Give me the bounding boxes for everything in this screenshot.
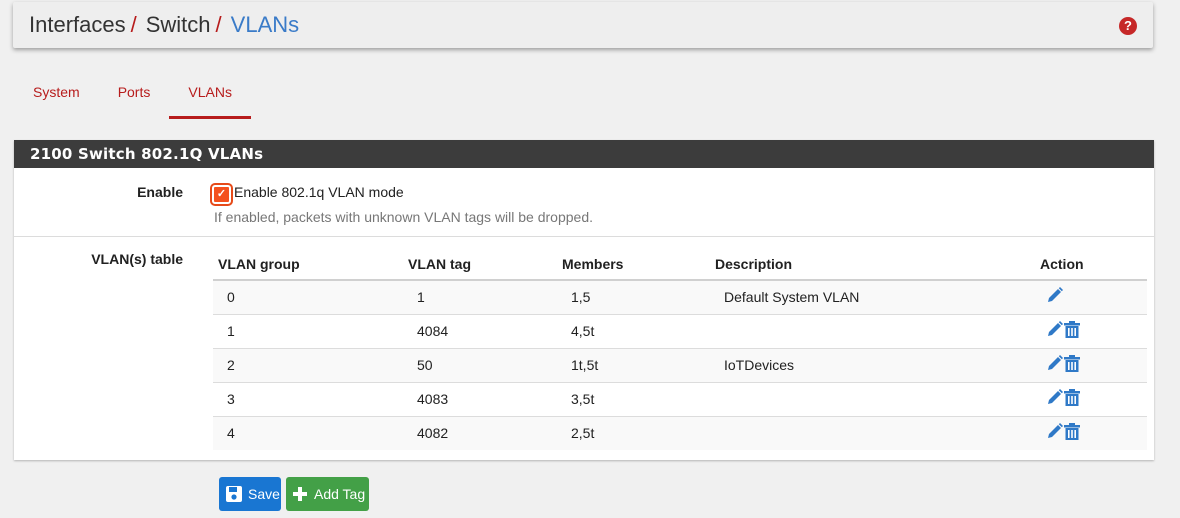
edit-icon[interactable]: [1045, 388, 1064, 410]
cell-members: 1t,5t: [557, 347, 710, 382]
cell-vlan-group: 0: [213, 279, 403, 314]
table-row: 2 50 1t,5t IoTDevices: [213, 347, 1147, 382]
enable-row: Enable ✓ Enable 802.1q VLAN mode If enab…: [14, 168, 1154, 237]
vlan-table-row: VLAN(s) table VLAN group VLAN tag Member…: [14, 237, 1154, 459]
add-tag-button[interactable]: Add Tag: [286, 477, 369, 511]
enable-vlan-checkbox[interactable]: ✓: [212, 185, 231, 204]
breadcrumb-vlans[interactable]: VLANs: [231, 12, 299, 38]
cell-vlan-tag: 50: [403, 347, 557, 382]
save-button-label: Save: [248, 486, 280, 502]
edit-icon[interactable]: [1045, 320, 1064, 342]
cell-vlan-group: 3: [213, 381, 403, 416]
cell-vlan-tag: 4083: [403, 381, 557, 416]
cell-vlan-group: 4: [213, 415, 403, 450]
add-tag-button-label: Add Tag: [314, 486, 366, 502]
cell-action: [1035, 347, 1147, 382]
col-vlan-tag: VLAN tag: [403, 247, 557, 281]
enable-vlan-checkbox-label[interactable]: Enable 802.1q VLAN mode: [234, 184, 404, 200]
breadcrumb-switch[interactable]: Switch: [146, 12, 211, 38]
cell-members: 1,5: [557, 279, 710, 314]
breadcrumb-interfaces[interactable]: Interfaces: [29, 12, 126, 38]
cell-action: [1035, 415, 1147, 450]
tab-vlans[interactable]: VLANs: [169, 78, 251, 119]
breadcrumb-separator: /: [130, 12, 137, 37]
cell-action: [1035, 313, 1147, 348]
cell-members: 4,5t: [557, 313, 710, 348]
cell-members: 2,5t: [557, 415, 710, 450]
trash-icon[interactable]: [1064, 422, 1080, 444]
col-description: Description: [710, 247, 1035, 281]
cell-vlan-tag: 4082: [403, 415, 557, 450]
panel-title: 2100 Switch 802.1Q VLANs: [14, 140, 1154, 168]
vlans-panel: 2100 Switch 802.1Q VLANs Enable ✓ Enable…: [14, 140, 1154, 460]
trash-icon[interactable]: [1064, 388, 1080, 410]
cell-vlan-tag: 1: [403, 279, 557, 314]
table-row: 3 4083 3,5t: [213, 381, 1147, 416]
cell-description: [710, 415, 1035, 450]
vlan-table: VLAN group VLAN tag Members Description …: [213, 247, 1147, 450]
tab-bar: System Ports VLANs: [14, 78, 251, 120]
col-members: Members: [557, 247, 710, 281]
cell-description: [710, 381, 1035, 416]
trash-icon[interactable]: [1064, 320, 1080, 342]
cell-description: IoTDevices: [710, 347, 1035, 382]
breadcrumb-separator: /: [215, 12, 222, 37]
cell-vlan-group: 2: [213, 347, 403, 382]
cell-action: [1035, 279, 1147, 314]
table-row: 0 1 1,5 Default System VLAN: [213, 279, 1147, 314]
tab-ports[interactable]: Ports: [99, 78, 170, 114]
save-button[interactable]: Save: [219, 477, 281, 511]
save-icon: [226, 486, 242, 502]
col-vlan-group: VLAN group: [213, 247, 403, 281]
cell-description: [710, 313, 1035, 348]
breadcrumb: Interfaces / Switch / VLANs ?: [13, 2, 1153, 48]
table-row: 4 4082 2,5t: [213, 415, 1147, 450]
trash-icon[interactable]: [1064, 354, 1080, 376]
cell-vlan-tag: 4084: [403, 313, 557, 348]
cell-description: Default System VLAN: [710, 279, 1035, 314]
tab-system[interactable]: System: [14, 78, 99, 114]
plus-icon: [293, 487, 307, 501]
edit-icon[interactable]: [1045, 286, 1064, 308]
help-icon[interactable]: ?: [1119, 17, 1137, 35]
vlan-table-header: VLAN group VLAN tag Members Description …: [213, 247, 1147, 281]
table-row: 1 4084 4,5t: [213, 313, 1147, 348]
cell-action: [1035, 381, 1147, 416]
cell-vlan-group: 1: [213, 313, 403, 348]
edit-icon[interactable]: [1045, 354, 1064, 376]
cell-members: 3,5t: [557, 381, 710, 416]
vlan-table-label: VLAN(s) table: [91, 251, 183, 267]
edit-icon[interactable]: [1045, 422, 1064, 444]
enable-label: Enable: [137, 184, 183, 200]
enable-help-text: If enabled, packets with unknown VLAN ta…: [214, 209, 594, 225]
col-action: Action: [1035, 247, 1147, 281]
